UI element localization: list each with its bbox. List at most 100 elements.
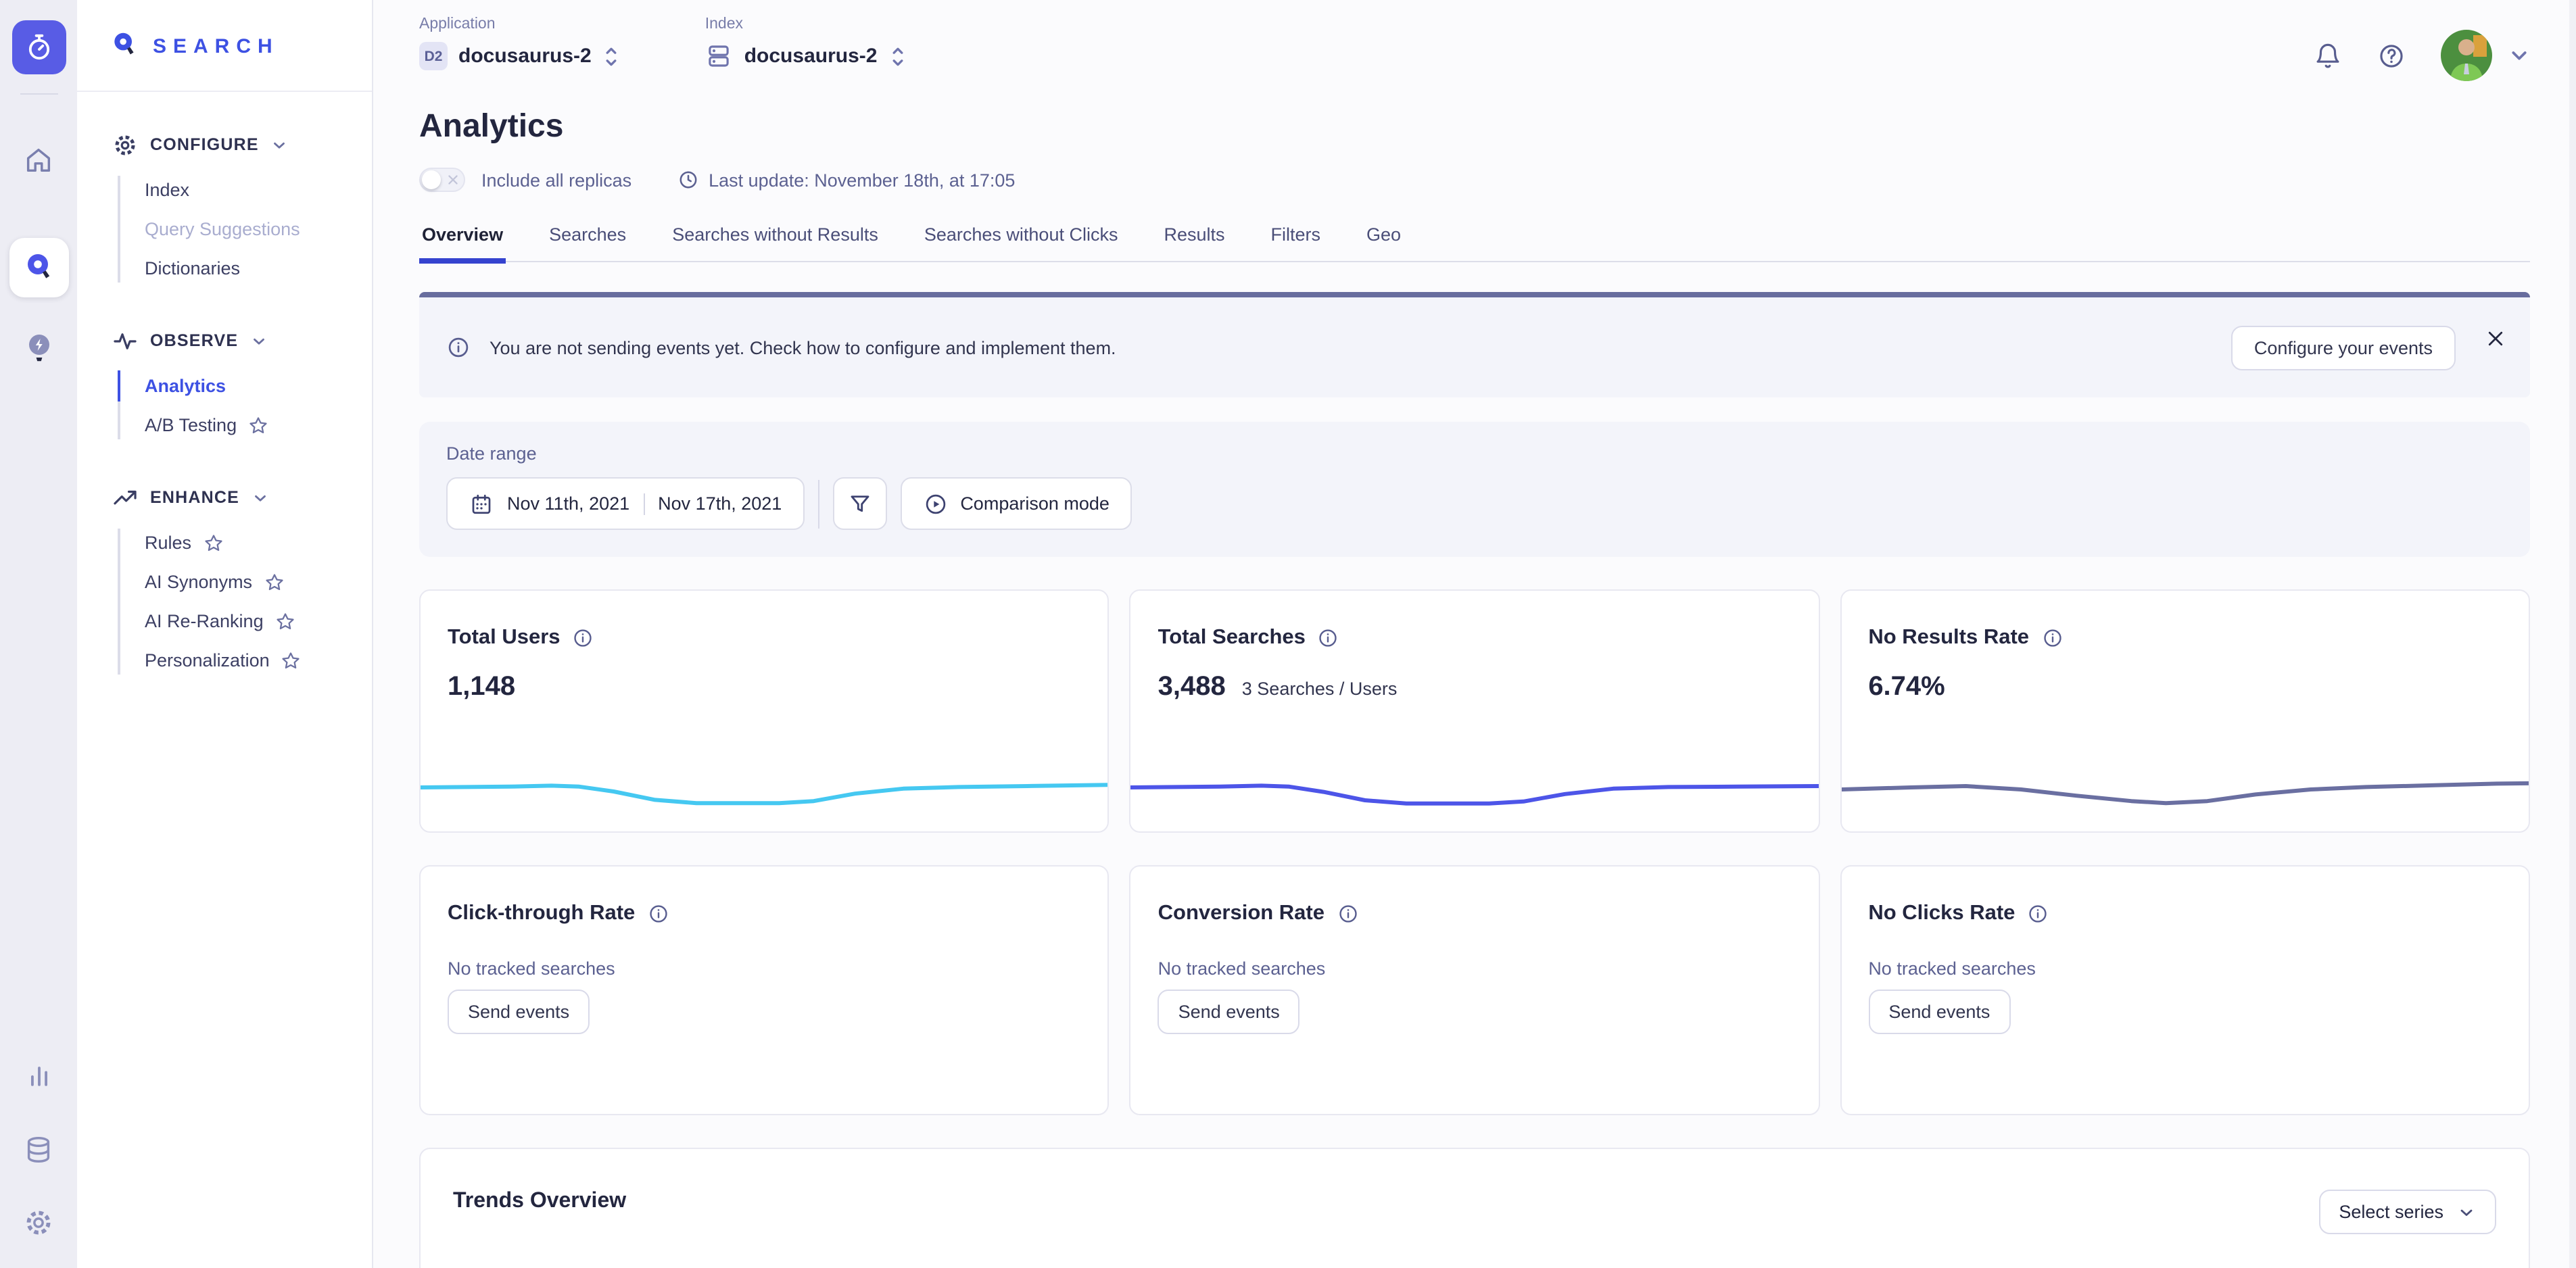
info-icon	[446, 335, 471, 360]
comparison-mode-button[interactable]: Comparison mode	[901, 477, 1132, 530]
section-items: Index Query Suggestions Dictionaries	[77, 170, 372, 288]
rail-bottom-group	[0, 1049, 77, 1249]
star-icon[interactable]	[282, 651, 301, 670]
info-icon[interactable]	[2041, 627, 2063, 649]
help-icon[interactable]	[2377, 41, 2406, 70]
star-icon[interactable]	[276, 612, 295, 631]
application-value: docusaurus-2	[458, 45, 592, 68]
app-rail	[0, 0, 77, 1268]
section-label: CONFIGURE	[150, 135, 259, 154]
rail-search-button[interactable]	[9, 238, 68, 297]
rail-home-button[interactable]	[11, 132, 66, 187]
empty-state-text: No tracked searches	[1131, 926, 1819, 979]
sidebar-item-label: A/B Testing	[145, 415, 237, 435]
chevron-down-icon	[252, 489, 269, 506]
index-select[interactable]: docusaurus-2	[705, 42, 907, 70]
search-logo[interactable]: SEARCH	[77, 0, 372, 62]
app-switcher-button[interactable]	[11, 20, 66, 74]
star-icon[interactable]	[249, 416, 268, 435]
sidebar-item-rules[interactable]: Rules	[77, 523, 372, 562]
rail-data-button[interactable]	[11, 1122, 66, 1176]
stepper-icon[interactable]	[602, 43, 621, 70]
section-head-configure[interactable]: CONFIGURE	[77, 124, 372, 165]
tab-searches-without-results[interactable]: Searches without Results	[669, 216, 881, 261]
sidebar-item-ai-synonyms[interactable]: AI Synonyms	[77, 562, 372, 602]
conversion-rate-card: Conversion Rate No tracked searches Send…	[1130, 865, 1820, 1115]
tab-geo[interactable]: Geo	[1364, 216, 1404, 261]
total-searches-card: Total Searches 3,488 3 Searches / Users	[1130, 589, 1820, 833]
section-label: OBSERVE	[150, 331, 238, 350]
topbar-actions	[2314, 14, 2530, 81]
rail-recommend-button[interactable]	[11, 322, 66, 376]
date-end: Nov 17th, 2021	[658, 493, 782, 514]
date-range-button[interactable]: Nov 11th, 2021 Nov 17th, 2021	[446, 477, 805, 530]
send-events-button[interactable]: Send events	[448, 990, 590, 1034]
card-title: No Results Rate	[1868, 626, 2029, 650]
rail-settings-button[interactable]	[11, 1195, 66, 1249]
section-head-enhance[interactable]: ENHANCE	[77, 477, 372, 518]
select-series-button[interactable]: Select series	[2318, 1190, 2496, 1234]
chevron-down-icon	[250, 332, 268, 349]
rail-usage-button[interactable]	[11, 1049, 66, 1103]
sidebar-item-query-suggestions[interactable]: Query Suggestions	[77, 210, 372, 249]
application-select[interactable]: D2 docusaurus-2	[419, 42, 621, 70]
activity-icon	[112, 328, 138, 353]
stepper-icon[interactable]	[888, 43, 907, 70]
sidebar-item-index[interactable]: Index	[77, 170, 372, 210]
sidebar-item-dictionaries[interactable]: Dictionaries	[77, 249, 372, 288]
bell-icon[interactable]	[2314, 41, 2342, 70]
user-menu[interactable]	[2441, 30, 2530, 81]
star-icon[interactable]	[264, 572, 283, 591]
scrollbar[interactable]	[2569, 0, 2576, 1268]
stopwatch-icon	[22, 31, 55, 64]
logo-text: SEARCH	[153, 34, 279, 57]
home-icon	[23, 144, 54, 175]
sidebar-item-ai-reranking[interactable]: AI Re-Ranking	[77, 602, 372, 641]
sparkline	[1131, 758, 1819, 821]
sidebar-item-label: AI Synonyms	[145, 572, 252, 592]
section-head-observe[interactable]: OBSERVE	[77, 320, 372, 361]
filter-button[interactable]	[833, 477, 887, 530]
tab-label: Geo	[1366, 224, 1401, 245]
configure-events-button[interactable]: Configure your events	[2231, 325, 2456, 370]
index-selector: Index docusaurus-2	[705, 14, 907, 70]
info-icon[interactable]	[1337, 903, 1358, 925]
info-icon[interactable]	[2027, 903, 2049, 925]
tab-label: Overview	[422, 224, 503, 245]
info-icon[interactable]	[647, 903, 669, 925]
search-pin-icon	[20, 249, 57, 287]
sidebar-item-label: AI Re-Ranking	[145, 611, 264, 631]
trends-overview-card: Trends Overview Select series	[419, 1148, 2530, 1268]
chevron-down-icon	[2508, 45, 2530, 66]
close-icon[interactable]	[2485, 328, 2506, 348]
tab-label: Results	[1164, 224, 1224, 245]
sidebar-item-ab-testing[interactable]: A/B Testing	[77, 406, 372, 445]
nav-section-enhance: ENHANCE Rules AI Synonyms	[77, 477, 372, 680]
sparkline	[1841, 758, 2529, 821]
sidebar-nav: CONFIGURE Index Query Suggestions Dictio…	[77, 92, 372, 680]
tab-results[interactable]: Results	[1161, 216, 1227, 261]
include-replicas-toggle[interactable]	[419, 168, 465, 192]
send-events-button[interactable]: Send events	[1158, 990, 1300, 1034]
star-icon[interactable]	[204, 533, 222, 552]
info-icon[interactable]	[1318, 627, 1339, 649]
funnel-icon	[848, 491, 872, 516]
rate-cards: Click-through Rate No tracked searches S…	[419, 865, 2530, 1115]
last-update: Last update: November 18th, at 17:05	[677, 169, 1015, 191]
gear-icon	[23, 1206, 54, 1238]
info-icon[interactable]	[573, 627, 594, 649]
tab-filters[interactable]: Filters	[1268, 216, 1324, 261]
tab-searches[interactable]: Searches	[546, 216, 629, 261]
section-items: Analytics A/B Testing	[77, 366, 372, 445]
send-events-button[interactable]: Send events	[1868, 990, 2010, 1034]
tab-overview[interactable]: Overview	[419, 216, 506, 261]
banner-message-group: You are not sending events yet. Check ho…	[446, 335, 1116, 360]
toggle-thumb	[422, 170, 441, 189]
play-circle-icon	[924, 491, 948, 516]
lightbulb-bolt-icon	[21, 330, 56, 368]
sidebar-item-label: Analytics	[145, 376, 226, 396]
sidebar-item-personalization[interactable]: Personalization	[77, 641, 372, 680]
tab-searches-without-clicks[interactable]: Searches without Clicks	[922, 216, 1121, 261]
date-filter-row: Nov 11th, 2021 Nov 17th, 2021	[446, 477, 2503, 530]
sidebar-item-analytics[interactable]: Analytics	[77, 366, 372, 406]
